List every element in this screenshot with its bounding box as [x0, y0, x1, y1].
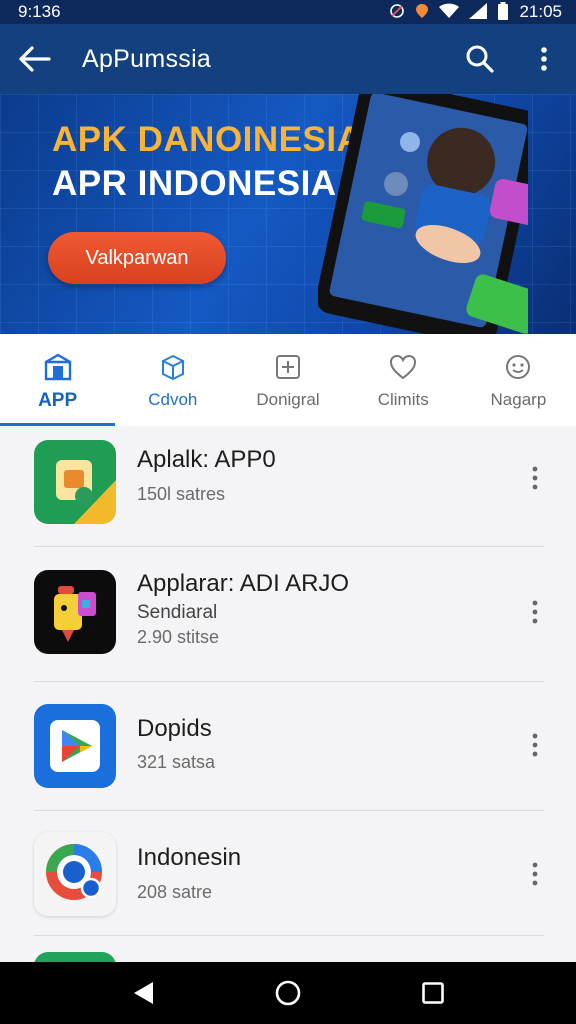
plus-square-icon — [276, 355, 300, 379]
back-button[interactable] — [0, 24, 70, 94]
tab-label: Cdvoh — [148, 390, 198, 409]
more-vert-icon — [532, 466, 538, 490]
app-list: Aplalk: APP0 150l satres Applarar: ADI A… — [0, 426, 576, 962]
heart-icon — [390, 354, 417, 380]
app-meta: 208 satre — [137, 882, 213, 902]
app-title: ApPumssia — [82, 44, 212, 73]
nav-recents-button[interactable] — [403, 968, 463, 1018]
nav-home-button[interactable] — [258, 968, 318, 1018]
tab-climits[interactable]: Climits — [346, 334, 461, 426]
box-icon — [161, 354, 184, 381]
list-item[interactable]: Dopids 321 satsa — [0, 682, 576, 810]
app-meta: 150l satres — [137, 484, 226, 504]
list-item-partial[interactable] — [0, 936, 576, 962]
app-meta: 321 satsa — [137, 752, 216, 772]
signal-icon — [469, 3, 488, 21]
app-name: Indonesin — [137, 844, 242, 871]
overflow-menu-button[interactable] — [512, 24, 576, 94]
app-name: Aplalk: APP0 — [137, 446, 276, 473]
list-item[interactable]: Aplalk: APP0 150l satres — [0, 426, 576, 546]
tab-label: Donigral — [256, 390, 320, 409]
category-tabs: APP Cdvoh Donigral Climits Nagarp — [0, 334, 576, 426]
status-time-right: 21:05 — [519, 2, 562, 21]
store-icon — [44, 353, 71, 381]
green-chat-app-icon — [34, 440, 116, 524]
wifi-icon — [439, 3, 460, 21]
nav-back-icon — [133, 982, 153, 1004]
location-icon — [415, 3, 429, 21]
battery-icon — [497, 2, 509, 22]
status-icons: 21:05 — [389, 2, 562, 22]
app-subtitle: Sendiaral — [137, 602, 218, 623]
tab-donigral[interactable]: Donigral — [230, 334, 345, 426]
tab-label: Nagarp — [490, 390, 547, 409]
search-button[interactable] — [448, 24, 512, 94]
more-vert-icon — [532, 862, 538, 886]
tab-app[interactable]: APP — [0, 334, 116, 426]
banner-cta-button[interactable]: Valkparwan — [48, 232, 226, 284]
app-name: Dopids — [137, 715, 212, 742]
status-bar: 9:136 21:05 — [0, 0, 576, 24]
tab-cdvoh[interactable]: Cdvoh — [115, 334, 230, 426]
play-store-app-icon — [34, 704, 116, 788]
tab-nagarp[interactable]: Nagarp — [461, 334, 576, 426]
nav-recents-icon — [422, 982, 445, 1004]
banner-subheadline: APR INDONESIA — [52, 164, 337, 203]
list-item[interactable]: Indonesin 208 satre — [0, 811, 576, 935]
app-bar: ApPumssia — [0, 24, 576, 94]
screen: 9:136 21:05 ApPumssia APK DANOINESIA APR… — [0, 0, 576, 1024]
robot-app-icon — [34, 570, 116, 654]
system-nav-bar — [0, 962, 576, 1024]
tab-label: Climits — [377, 390, 429, 409]
more-vert-icon — [532, 600, 538, 624]
app-meta: 2.90 stitse — [137, 627, 220, 647]
item-overflow-button[interactable] — [520, 725, 550, 765]
promo-banner[interactable]: APK DANOINESIA APR INDONESIA Valkparwan — [0, 94, 576, 334]
list-item[interactable]: Applarar: ADI ARJO Sendiaral 2.90 stitse — [0, 547, 576, 681]
partial-app-icon — [34, 952, 116, 962]
app-name: Applarar: ADI ARJO — [137, 570, 350, 597]
item-overflow-button[interactable] — [520, 592, 550, 632]
search-lens-app-icon — [34, 832, 116, 916]
mute-icon — [389, 3, 405, 21]
item-overflow-button[interactable] — [520, 458, 550, 498]
back-arrow-icon — [19, 46, 51, 72]
smile-icon — [506, 355, 531, 379]
more-vert-icon — [541, 47, 547, 71]
nav-back-button[interactable] — [113, 968, 173, 1018]
item-overflow-button[interactable] — [520, 854, 550, 894]
search-icon — [466, 45, 494, 73]
nav-home-icon — [275, 980, 301, 1006]
status-time-left: 9:136 — [18, 2, 61, 21]
banner-headline: APK DANOINESIA — [52, 120, 363, 159]
tab-label: APP — [38, 390, 78, 411]
more-vert-icon — [532, 733, 538, 757]
phone-illustration — [318, 94, 528, 334]
